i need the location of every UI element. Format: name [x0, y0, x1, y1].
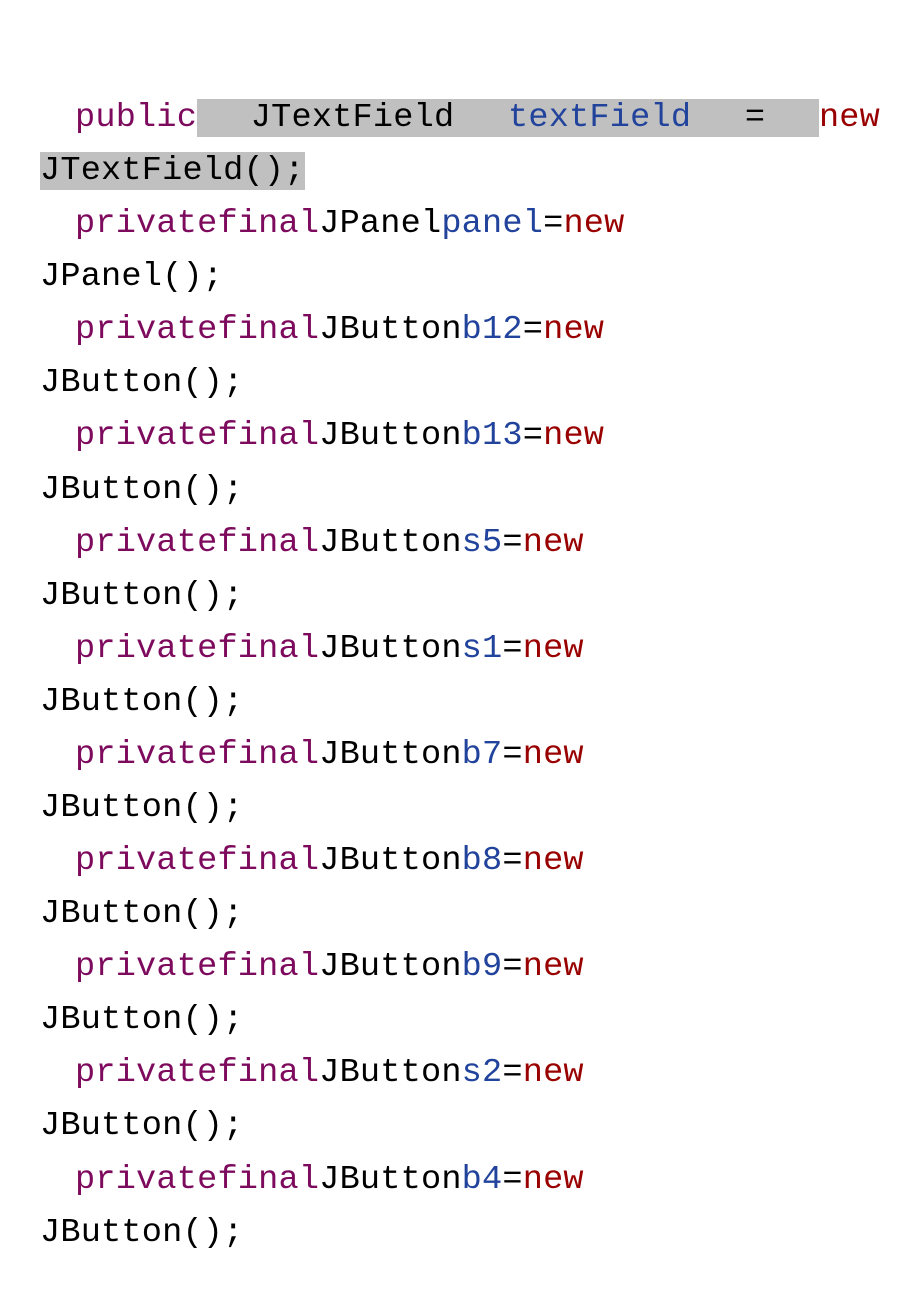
code-token: JPanel();: [40, 258, 223, 296]
code-token: textField: [508, 99, 691, 137]
code-token: =: [502, 1054, 522, 1092]
code-line: JButton();: [40, 782, 880, 835]
code-token: =: [523, 417, 543, 455]
code-token: JButton();: [40, 1107, 244, 1145]
code-token: JButton: [319, 736, 461, 774]
code-token: new: [523, 736, 584, 774]
code-line: JButton();: [40, 888, 880, 941]
code-token: =: [502, 948, 522, 986]
code-token: JButton: [319, 1054, 461, 1092]
code-token: new: [543, 417, 604, 455]
code-line: JButton();: [40, 357, 880, 410]
code-token: JButton();: [40, 1214, 244, 1252]
code-token: b7: [462, 736, 503, 774]
code-token: JButton();: [40, 683, 244, 721]
code-token: b12: [462, 311, 523, 349]
code-token: private: [75, 630, 217, 668]
code-line: JPanel();: [40, 251, 880, 304]
code-token: new: [523, 1054, 584, 1092]
code-token: new: [523, 842, 584, 880]
code-token: final: [217, 948, 319, 986]
code-token: =: [502, 1161, 522, 1199]
code-token: new: [543, 311, 604, 349]
code-token: =: [523, 311, 543, 349]
code-line: private final JButton b7 = new: [40, 729, 880, 782]
code-token: private: [75, 842, 217, 880]
code-line: JButton();: [40, 994, 880, 1047]
code-token: final: [217, 205, 319, 243]
code-token: JButton: [319, 524, 461, 562]
code-line: JTextField();: [40, 145, 880, 198]
code-token: s1: [462, 630, 503, 668]
code-line: private final JButton b9 = new: [40, 941, 880, 994]
code-token: final: [217, 1161, 319, 1199]
code-token: private: [75, 205, 217, 243]
code-token: JButton();: [40, 577, 244, 615]
code-token: final: [217, 842, 319, 880]
code-token: new: [523, 630, 584, 668]
code-line: JButton();: [40, 570, 880, 623]
code-token: final: [217, 524, 319, 562]
code-token: new: [819, 99, 880, 137]
code-token: b8: [462, 842, 503, 880]
code-line: JButton();: [40, 1100, 880, 1153]
code-token: JTextField: [197, 99, 508, 137]
code-block: public JTextField textField = newJTextFi…: [40, 92, 880, 1260]
code-token: private: [75, 1054, 217, 1092]
code-token: final: [217, 311, 319, 349]
code-token: JButton: [319, 948, 461, 986]
code-token: new: [523, 1161, 584, 1199]
code-token: panel: [441, 205, 543, 243]
code-line: private final JButton b13 = new: [40, 410, 880, 463]
code-line: private final JButton s2 = new: [40, 1047, 880, 1100]
code-token: JButton();: [40, 789, 244, 827]
code-line: private final JButton s5 = new: [40, 517, 880, 570]
code-token: JButton: [319, 417, 461, 455]
code-token: new: [563, 205, 624, 243]
code-token: JButton();: [40, 895, 244, 933]
code-token: JButton();: [40, 471, 244, 509]
code-line: private final JButton b12 = new: [40, 304, 880, 357]
code-line: private final JButton b4 = new: [40, 1154, 880, 1207]
code-line: public JTextField textField = new: [40, 92, 880, 145]
code-token: b13: [462, 417, 523, 455]
code-token: private: [75, 524, 217, 562]
code-token: b9: [462, 948, 503, 986]
code-token: private: [75, 1161, 217, 1199]
code-token: JButton: [319, 1161, 461, 1199]
code-token: private: [75, 736, 217, 774]
code-token: JButton: [319, 630, 461, 668]
code-token: public: [75, 99, 197, 137]
code-token: =: [502, 630, 522, 668]
code-token: JButton();: [40, 364, 244, 402]
code-line: private final JButton b8 = new: [40, 835, 880, 888]
code-token: private: [75, 948, 217, 986]
code-token: JPanel: [319, 205, 441, 243]
code-token: final: [217, 417, 319, 455]
code-token: JButton();: [40, 1001, 244, 1039]
code-token: JButton: [319, 311, 461, 349]
code-line: JButton();: [40, 464, 880, 517]
code-token: private: [75, 311, 217, 349]
code-line: JButton();: [40, 1207, 880, 1260]
code-token: JTextField();: [40, 152, 305, 190]
code-token: new: [523, 948, 584, 986]
code-token: final: [217, 736, 319, 774]
code-token: final: [217, 630, 319, 668]
code-token: =: [691, 99, 819, 137]
code-line: private final JPanel panel = new: [40, 198, 880, 251]
code-line: private final JButton s1 = new: [40, 623, 880, 676]
code-token: JButton: [319, 842, 461, 880]
code-token: s5: [462, 524, 503, 562]
code-token: =: [543, 205, 563, 243]
code-token: =: [502, 842, 522, 880]
code-token: s2: [462, 1054, 503, 1092]
code-line: JButton();: [40, 676, 880, 729]
code-token: =: [502, 524, 522, 562]
code-token: b4: [462, 1161, 503, 1199]
code-token: =: [502, 736, 522, 774]
code-token: final: [217, 1054, 319, 1092]
code-token: new: [523, 524, 584, 562]
code-token: private: [75, 417, 217, 455]
